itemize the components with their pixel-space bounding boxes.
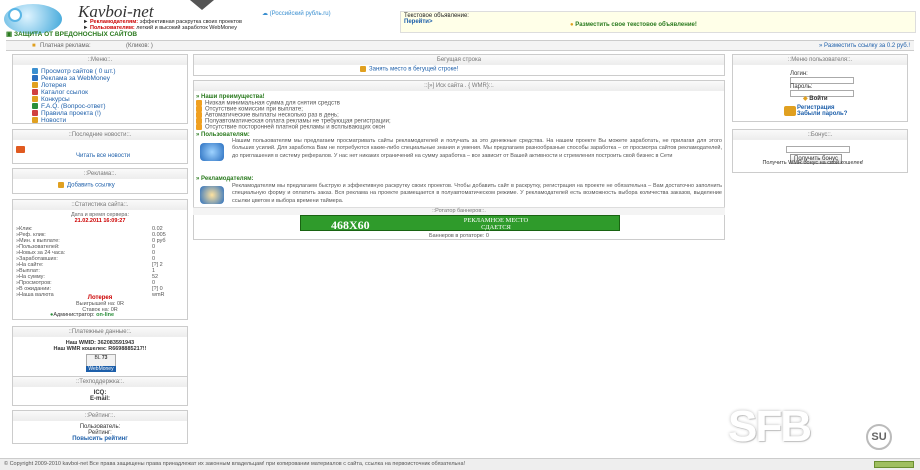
menu-item[interactable]: Новости [32, 117, 66, 124]
server-time: 21.02.2011 16:09:27 [74, 218, 126, 224]
contest-icon [32, 96, 38, 103]
shield-banner[interactable]: ▣ ЗАЩИТА ОТ ВРЕДОНОСНЫХ САЙТОВ [6, 30, 137, 38]
login-button[interactable]: ◆ Войти [803, 95, 828, 102]
wmr-purse: Наш WMR кошелек: R6698885217!! [53, 346, 147, 352]
forgot-password-link[interactable]: Забыли пароль? [797, 111, 847, 117]
news-icon [32, 117, 38, 124]
bullet-icon [196, 124, 202, 130]
users-icon [200, 143, 224, 161]
user-menu-title: ::Меню пользователя::. [733, 55, 907, 65]
bonus-text: Получить WMR бонус на свой кошелек! [762, 160, 864, 166]
menu-item[interactable]: Лотерея [32, 82, 66, 89]
paid-ad-clicks: (Кликов: ) [126, 43, 153, 49]
ads-title: ::Реклама::. [13, 169, 187, 179]
login-input[interactable] [790, 77, 854, 84]
bonus-input[interactable] [786, 146, 850, 153]
raise-rating-link[interactable]: Повысить рейтинг [12, 436, 188, 442]
paid-ad-bar: ■ Платная реклама: (Кликов: ) » Размести… [6, 40, 914, 51]
menu-item[interactable]: F.A.Q. (Вопрос-ответ) [32, 103, 106, 110]
webmoney-icon [32, 75, 38, 82]
banner-size: 468X60 [331, 218, 370, 232]
payment-title: ::Платежные данные::. [13, 327, 187, 337]
money-icon: ● [570, 22, 574, 28]
counter-badge[interactable] [874, 461, 914, 468]
text-ad-go-link[interactable]: Перейти> [404, 19, 432, 25]
register-icon [784, 106, 796, 116]
bonus-title: ::Бонус::. [733, 130, 907, 140]
menu-item[interactable]: Каталог ссылок [32, 89, 88, 96]
menu-title: ::Меню::. [13, 55, 187, 65]
ticker-link[interactable]: Занять место в бегущей строке! [360, 66, 458, 73]
copyright: © Copyright 2009-2010 kavboi-net Все пра… [4, 461, 466, 467]
faq-icon [32, 103, 38, 110]
news-icon [16, 146, 25, 153]
ticker-box: Бегущая строка [193, 54, 725, 76]
admin-status: ●Администратор: on-line [50, 312, 115, 318]
rules-icon [32, 110, 38, 117]
su-watermark: SU [866, 424, 892, 450]
ticker-title: Бегущая строка [194, 55, 724, 65]
ads-box: ::Реклама::. [12, 168, 188, 194]
dropdown-triangle-icon[interactable] [190, 0, 214, 10]
advertisers-text: Рекламодателям мы предлагаем быструю и э… [232, 183, 722, 204]
menu-item[interactable]: Конкурсы [32, 96, 70, 103]
rating-title: ::Рейтинг::. [13, 411, 187, 421]
webmoney-badge: WebMoney [86, 366, 116, 372]
menu-item[interactable]: Правила проекта (!) [32, 110, 101, 117]
header: Kavboi-net ► Рекламодателям: эффективная… [0, 0, 920, 40]
chart-icon: ■ [32, 43, 36, 49]
stats-title: ::Статистика сайта::. [13, 200, 187, 210]
news-title: ::Последние новости::. [13, 130, 187, 140]
rotator-title: ::Ротатор баннеров::. [193, 207, 725, 215]
main-content-title: ::[»] Иск сайта . { WMR}::. [194, 81, 724, 91]
footer: © Copyright 2009-2010 kavboi-net Все пра… [0, 458, 920, 470]
lottery-icon [32, 82, 38, 89]
read-all-news-link[interactable]: Читать все новости [76, 153, 130, 159]
key-icon: ◆ [803, 96, 808, 102]
shield-icon: ▣ [6, 31, 13, 38]
yandex-link[interactable]: ☁ (Российский рубль.ru) [262, 10, 331, 17]
magnifier-icon [32, 68, 38, 75]
advertisers-icon [200, 186, 224, 204]
place-text-ad-link[interactable]: ● Разместить свое текстовое объявление! [570, 22, 697, 28]
catalog-icon [32, 89, 38, 96]
users-text: Нашим пользователям мы предлагаем просма… [232, 138, 722, 159]
advertisers-title: » Рекламодателям: [196, 176, 254, 182]
money-icon [58, 182, 64, 188]
banner-rotator-ad[interactable]: 468X60 РЕКЛАМНОЕ МЕСТО СДАЕТСЯ [300, 215, 620, 232]
menu-item[interactable]: Реклама за WebMoney [32, 75, 110, 82]
paid-ad-label: Платная реклама: [40, 43, 91, 49]
menu-item[interactable]: Просмотр сайтов ( 0 шт.) [32, 68, 116, 75]
support-title: ::Техподдержка::. [13, 377, 187, 387]
email: E-mail: [89, 396, 110, 402]
sfb-watermark: SFB [728, 402, 812, 451]
logo-ball-icon [8, 8, 22, 22]
place-link-button[interactable]: » Разместить ссылку за 0.2 руб.! [819, 43, 910, 49]
cloud-icon: ☁ [262, 11, 268, 17]
money-icon [360, 66, 366, 72]
rotator-count: Баннеров в ротаторе: 0 [429, 233, 489, 239]
advantage-item: Отсутствие посторонней платной рекламы и… [196, 124, 385, 131]
banner-text: РЕКЛАМНОЕ МЕСТО СДАЕТСЯ [463, 217, 529, 231]
add-link-button[interactable]: Добавить ссылку [58, 182, 115, 189]
